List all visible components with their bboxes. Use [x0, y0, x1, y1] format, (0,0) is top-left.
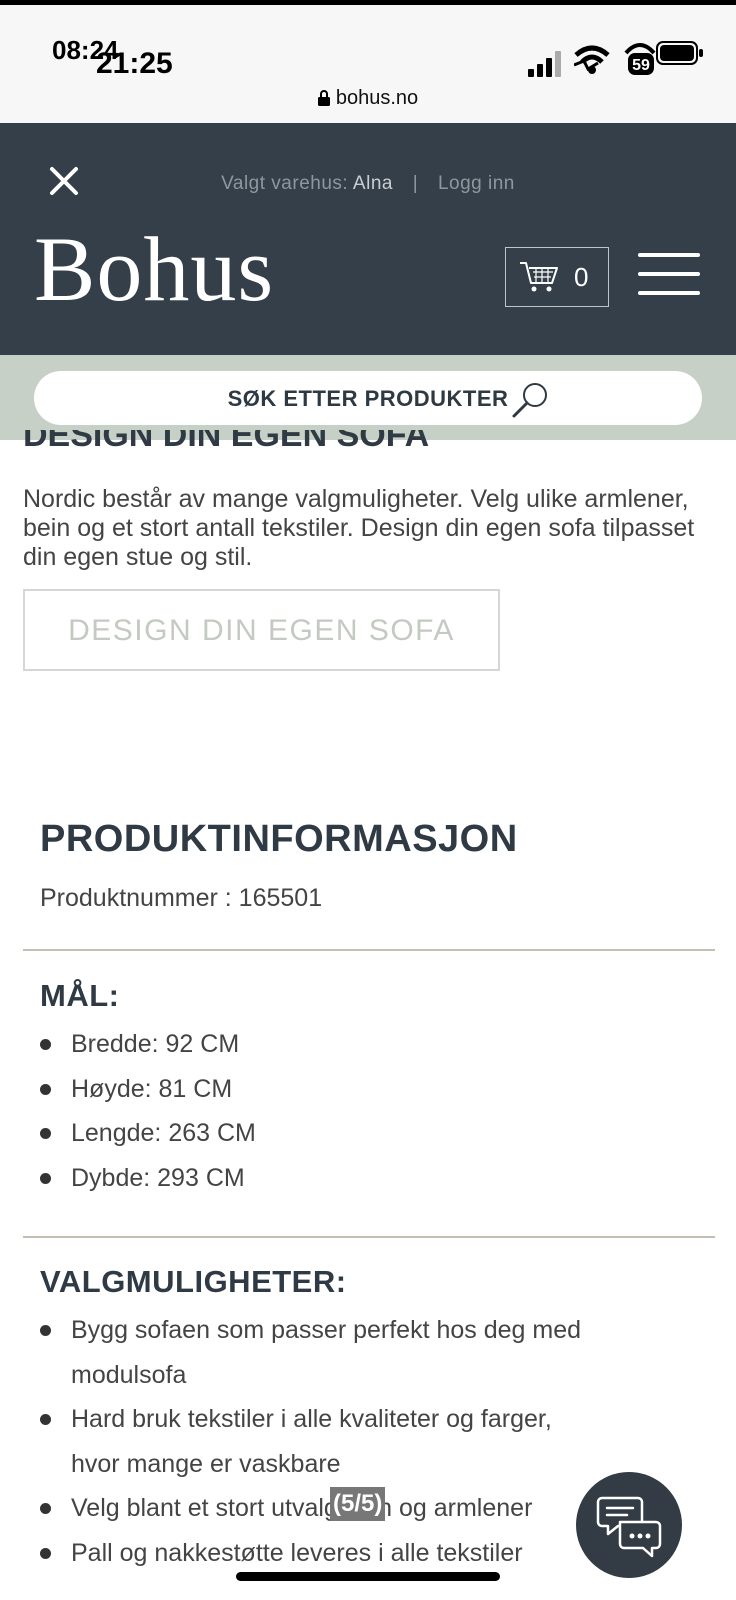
list-item: Bygg sofaen som passer perfekt hos deg m…	[40, 1308, 600, 1397]
search-icon	[512, 383, 547, 418]
divider	[23, 949, 715, 951]
list-item: Pall og nakkestøtte leveres i alle tekst…	[40, 1531, 600, 1576]
chat-button[interactable]	[576, 1472, 682, 1578]
page-indicator-badge: (5/5)	[330, 1487, 386, 1521]
divider	[23, 1236, 715, 1238]
wifi-icon	[574, 45, 610, 74]
dimensions-list: Bredde: 92 CM Høyde: 81 CM Lengde: 263 C…	[40, 1022, 600, 1200]
cart-button[interactable]: 0	[505, 247, 609, 307]
design-own-sofa-button[interactable]: DESIGN DIN EGEN SOFA	[23, 589, 500, 671]
list-item: Bredde: 92 CM	[40, 1022, 600, 1067]
store-login-separator: |	[412, 173, 419, 194]
status-time-secondary: 21:25	[96, 47, 173, 80]
options-list: Bygg sofaen som passer perfekt hos deg m…	[40, 1308, 600, 1575]
list-item: Hard bruk tekstiler i alle kvaliteter og…	[40, 1397, 600, 1486]
dimensions-title: MÅL:	[40, 978, 120, 1013]
search-placeholder: SØK ETTER PRODUKTER	[227, 386, 509, 411]
status-bar: 08:24 21:25 59 bohus.no	[0, 5, 736, 123]
store-name-link[interactable]: Alna	[353, 173, 393, 194]
search-band: SØK ETTER PRODUKTER	[0, 355, 736, 440]
store-label: Valgt varehus:	[221, 173, 349, 194]
list-item: Lengde: 263 CM	[40, 1111, 600, 1156]
home-indicator[interactable]	[236, 1572, 500, 1581]
hamburger-menu-icon[interactable]	[638, 253, 700, 299]
bohus-logo[interactable]: Bohus	[34, 223, 274, 315]
battery-icon	[656, 41, 703, 65]
login-link[interactable]: Logg inn	[438, 173, 515, 194]
site-header: Valgt varehus: Alna | Logg inn Bohus 0	[0, 123, 736, 355]
cellular-signal-icon	[528, 51, 561, 77]
search-input[interactable]: SØK ETTER PRODUKTER	[34, 371, 702, 425]
url-text: bohus.no	[335, 87, 419, 109]
lock-icon	[317, 90, 330, 106]
cart-count: 0	[574, 262, 589, 292]
design-section-heading: DESIGN DIN EGEN SOFA	[23, 430, 430, 454]
cart-icon	[520, 262, 558, 292]
design-own-sofa-label: DESIGN DIN EGEN SOFA	[68, 614, 455, 647]
store-selector-line: Valgt varehus: Alna | Logg inn	[0, 173, 736, 195]
design-section-description: Nordic består av mange valgmuligheter. V…	[23, 485, 695, 571]
list-item: Velg blant et stort utvalg bein og armle…	[40, 1486, 600, 1531]
address-bar[interactable]: bohus.no	[0, 87, 736, 110]
list-item: Høyde: 81 CM	[40, 1067, 600, 1112]
product-number: Produktnummer : 165501	[40, 884, 323, 912]
list-item: Dybde: 293 CM	[40, 1156, 600, 1201]
product-info-title: PRODUKTINFORMASJON	[40, 818, 518, 860]
hotspot-icon: 59	[624, 43, 656, 75]
options-title: VALGMULIGHETER:	[40, 1264, 347, 1299]
battery-level: 59	[632, 57, 650, 74]
chat-bubbles-icon	[596, 1496, 662, 1558]
